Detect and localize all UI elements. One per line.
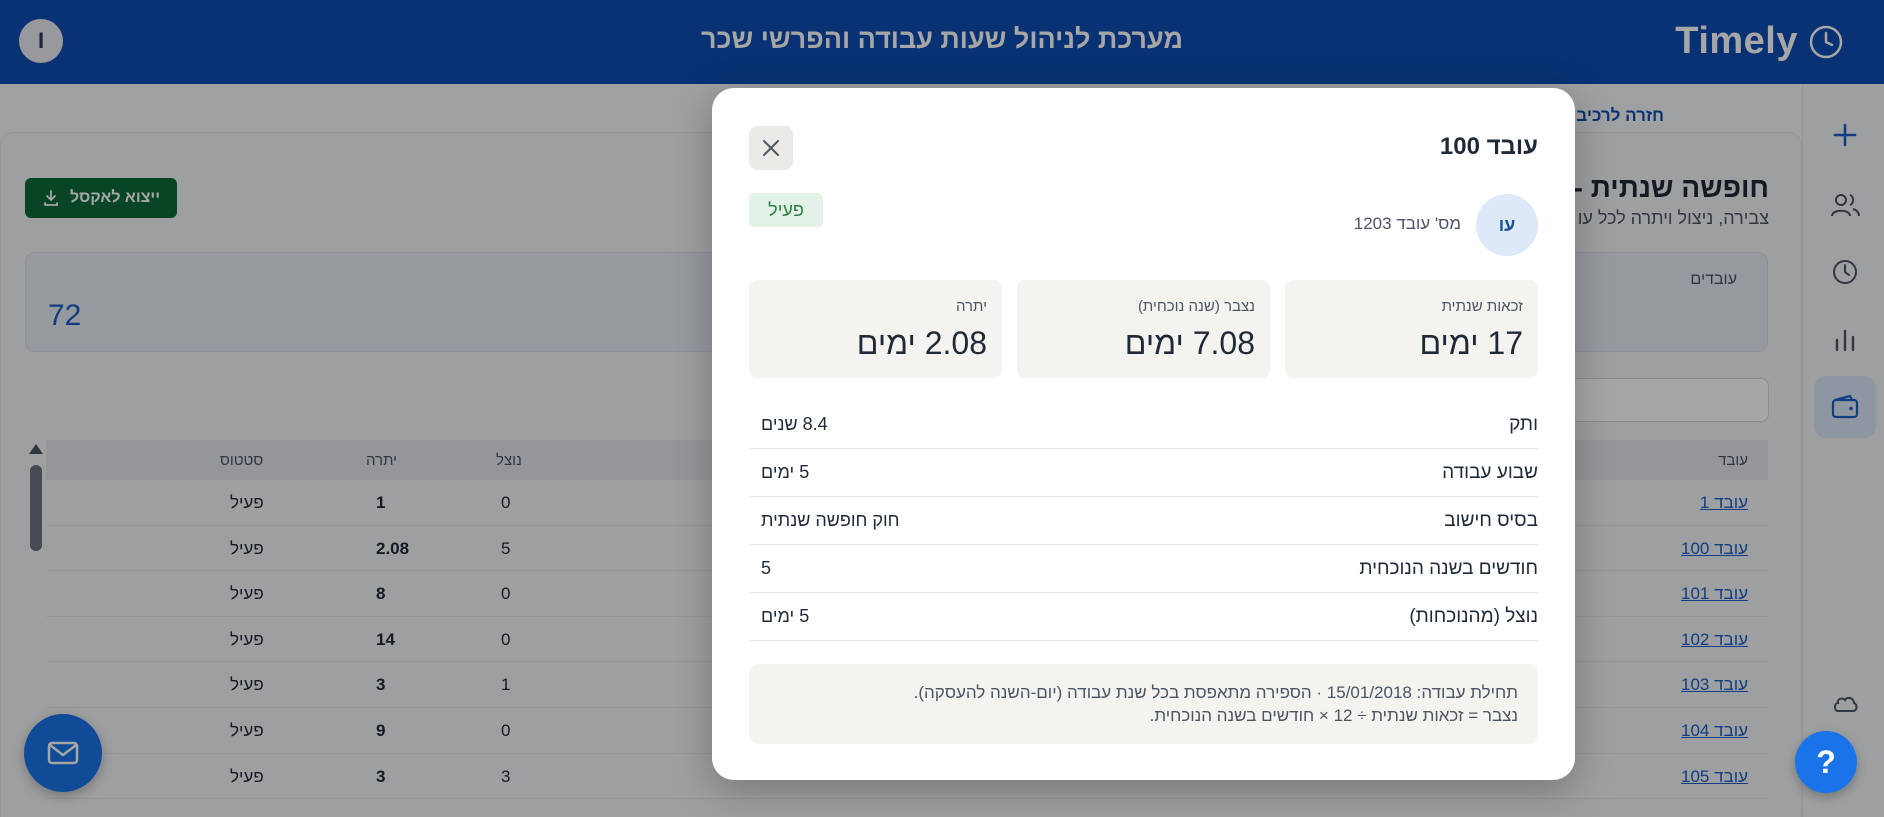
detail-row-months: חודשים בשנה הנוכחית 5 (749, 545, 1538, 593)
detail-key: ותק (1509, 414, 1538, 435)
calculation-note: תחילת עבודה: 15/01/2018 · הספירה מתאפסת … (749, 664, 1538, 744)
detail-row-seniority: ותק 8.4 שנים (749, 401, 1538, 449)
metric-label: יתרה (955, 298, 987, 315)
modal-title: עובד 100 (1439, 133, 1538, 160)
metric-balance: יתרה 2.08 ימים (749, 280, 1002, 378)
metric-annual-entitlement: זכאות שנתית 17 ימים (1285, 280, 1538, 378)
help-button[interactable]: ? (1795, 731, 1857, 793)
detail-key: נוצל (מהנוכחות) (1409, 606, 1538, 627)
metric-value: 2.08 ימים (856, 325, 987, 361)
metric-label: זכאות שנתית (1441, 298, 1523, 315)
detail-row-used: נוצל (מהנוכחות) 5 ימים (749, 593, 1538, 641)
detail-key: שבוע עבודה (1442, 462, 1538, 483)
note-line-formula: נצבר = זכאות שנתית ÷ 12 × חודשים בשנה הנ… (1149, 706, 1518, 725)
question-mark-icon: ? (1816, 743, 1836, 780)
detail-value: 5 ימים (761, 462, 810, 482)
close-icon (763, 140, 779, 156)
detail-value: חוק חופשה שנתית (761, 510, 900, 530)
metric-label: נצבר (שנה נוכחית) (1137, 298, 1255, 315)
metric-accrued: נצבר (שנה נוכחית) 7.08 ימים (1017, 280, 1270, 378)
detail-row-calc-basis: בסיס חישוב חוק חופשה שנתית (749, 497, 1538, 545)
employee-avatar: עו (1476, 194, 1538, 256)
employee-vacation-modal: עובד 100 עו מס' עובד 1203 פעיל זכאות שנת… (712, 88, 1575, 780)
detail-key: בסיס חישוב (1444, 510, 1538, 531)
metric-value: 17 ימים (1419, 325, 1523, 361)
detail-value: 8.4 שנים (761, 414, 828, 434)
detail-row-work-week: שבוע עבודה 5 ימים (749, 449, 1538, 497)
close-button[interactable] (749, 126, 793, 170)
employee-number: מס' עובד 1203 (1353, 214, 1461, 233)
detail-value: 5 (761, 558, 772, 578)
detail-value: 5 ימים (761, 606, 810, 626)
detail-key: חודשים בשנה הנוכחית (1359, 558, 1538, 579)
note-line-start-date: תחילת עבודה: 15/01/2018 · הספירה מתאפסת … (913, 683, 1518, 702)
status-badge: פעיל (749, 193, 823, 227)
metric-value: 7.08 ימים (1124, 325, 1255, 361)
